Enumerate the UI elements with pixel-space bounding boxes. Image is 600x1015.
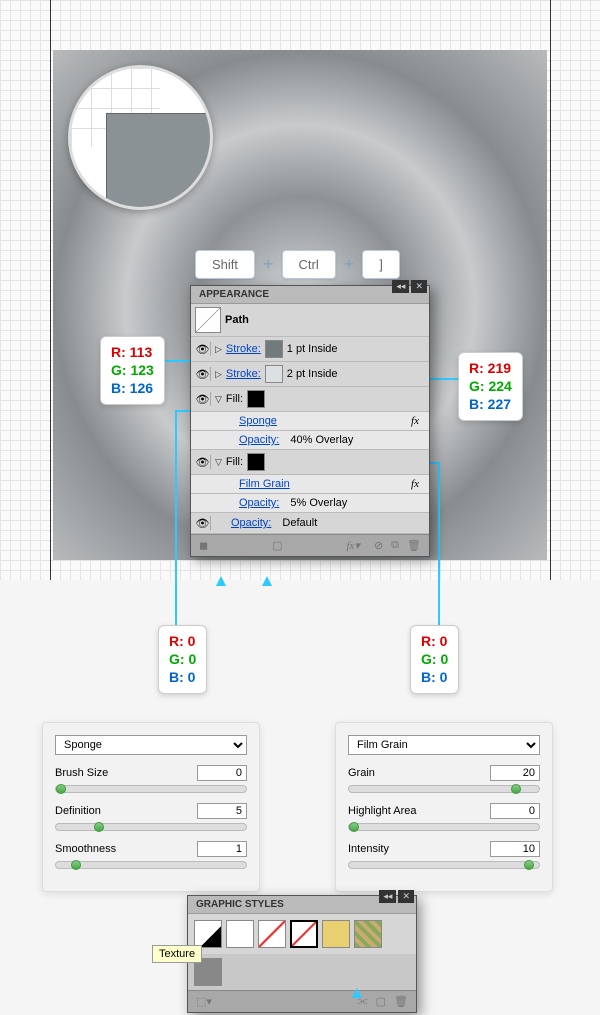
style-swatch[interactable]: [226, 920, 254, 948]
sponge-effect-row[interactable]: Sponge fx: [191, 412, 429, 431]
stroke-row-1[interactable]: 👁 ▷ Stroke: 1 pt Inside: [191, 337, 429, 362]
visibility-icon[interactable]: 👁: [195, 342, 211, 356]
param-label: Highlight Area: [348, 805, 417, 817]
slider-handle[interactable]: [349, 822, 359, 832]
fx-icon: fx: [411, 415, 425, 427]
panel-footer: ⬚▾ ⫘ ▢ 🗑: [188, 990, 416, 1012]
param-input[interactable]: [490, 803, 540, 819]
effect-select[interactable]: Sponge: [55, 735, 247, 755]
param-input[interactable]: [490, 765, 540, 781]
visibility-icon[interactable]: 👁: [195, 367, 211, 381]
visibility-icon[interactable]: 👁: [195, 392, 211, 406]
param-input[interactable]: [490, 841, 540, 857]
collapse-icon[interactable]: ◂◂: [379, 890, 396, 903]
slider[interactable]: [348, 823, 540, 831]
param-label: Intensity: [348, 843, 389, 855]
chevron-down-icon[interactable]: ▽: [215, 457, 222, 468]
style-swatch[interactable]: [258, 920, 286, 948]
guide-left: [50, 0, 51, 580]
default-opacity-row[interactable]: 👁 Opacity: Default: [191, 513, 429, 534]
slider[interactable]: [55, 785, 247, 793]
opacity-row[interactable]: Opacity: 40% Overlay: [191, 431, 429, 450]
visibility-icon[interactable]: 👁: [195, 455, 211, 469]
close-icon[interactable]: ✕: [398, 890, 414, 903]
slider[interactable]: [348, 861, 540, 869]
trash-icon[interactable]: 🗑: [394, 995, 408, 1008]
fill-row-2[interactable]: 👁 ▽ Fill:: [191, 450, 429, 475]
guide-right: [550, 0, 551, 580]
visibility-icon[interactable]: 👁: [195, 516, 211, 530]
tooltip: Texture: [152, 945, 202, 963]
effect-select[interactable]: Film Grain: [348, 735, 540, 755]
rgb-callout-stroke2: R: 219G: 224B: 227: [458, 352, 523, 421]
param-label: Brush Size: [55, 767, 108, 779]
zoom-circle: [68, 65, 213, 210]
style-swatch[interactable]: [354, 920, 382, 948]
keyboard-shortcut: Shift + Ctrl + ]: [195, 250, 400, 279]
rgb-callout-fill2: R: 0G: 0B: 0: [410, 625, 459, 694]
trash-icon[interactable]: 🗑: [407, 539, 421, 552]
fill-row-1[interactable]: 👁 ▽ Fill:: [191, 387, 429, 412]
opacity-row[interactable]: Opacity: 5% Overlay: [191, 494, 429, 513]
style-swatch[interactable]: [194, 920, 222, 948]
param-label: Grain: [348, 767, 375, 779]
slider-handle[interactable]: [94, 822, 104, 832]
new-style-icon[interactable]: ▢: [376, 995, 386, 1008]
stroke-row-2[interactable]: 👁 ▷ Stroke: 2 pt Inside: [191, 362, 429, 387]
fx-button[interactable]: fx▾: [346, 539, 365, 552]
appearance-panel: ◂◂✕ APPEARANCE Path 👁 ▷ Stroke: 1 pt Ins…: [190, 285, 430, 557]
param-input[interactable]: [197, 765, 247, 781]
plus-icon: +: [263, 254, 274, 275]
filmgrain-settings: Film Grain Grain Highlight Area Intensity: [335, 722, 553, 892]
style-swatch[interactable]: [290, 920, 318, 948]
style-swatch[interactable]: [322, 920, 350, 948]
slider-handle[interactable]: [524, 860, 534, 870]
panel-footer: ◼ ▢ fx▾ ⊘ ⧉ 🗑: [191, 534, 429, 556]
collapse-icon[interactable]: ◂◂: [392, 280, 409, 293]
slider[interactable]: [55, 823, 247, 831]
chevron-right-icon[interactable]: ▷: [215, 369, 222, 380]
clear-icon[interactable]: ⊘: [374, 539, 383, 552]
slider-handle[interactable]: [511, 784, 521, 794]
param-input[interactable]: [197, 803, 247, 819]
close-icon[interactable]: ✕: [411, 280, 427, 293]
key-shift: Shift: [195, 250, 255, 279]
param-label: Definition: [55, 805, 101, 817]
new-fill-icon[interactable]: ◼: [199, 539, 208, 552]
path-row[interactable]: Path: [191, 304, 429, 337]
filmgrain-effect-row[interactable]: Film Grain fx: [191, 475, 429, 494]
duplicate-icon[interactable]: ⧉: [391, 539, 399, 552]
break-link-icon[interactable]: ⬚▾: [196, 995, 212, 1008]
slider-handle[interactable]: [56, 784, 66, 794]
key-bracket: ]: [362, 250, 400, 279]
slider[interactable]: [348, 785, 540, 793]
graphic-styles-panel: ◂◂✕ GRAPHIC STYLES ⬚▾ ⫘ ▢ 🗑: [187, 895, 417, 1013]
param-input[interactable]: [197, 841, 247, 857]
sponge-settings: Sponge Brush Size Definition Smoothness: [42, 722, 260, 892]
styles-grid: [188, 914, 416, 954]
rgb-callout-fill1: R: 0G: 0B: 0: [158, 625, 207, 694]
plus-icon: +: [344, 254, 355, 275]
rgb-callout-stroke1: R: 113G: 123B: 126: [100, 336, 165, 405]
slider[interactable]: [55, 861, 247, 869]
param-label: Smoothness: [55, 843, 116, 855]
key-ctrl: Ctrl: [282, 250, 336, 279]
new-stroke-icon[interactable]: ▢: [272, 539, 282, 552]
chevron-right-icon[interactable]: ▷: [215, 344, 222, 355]
slider-handle[interactable]: [71, 860, 81, 870]
chevron-down-icon[interactable]: ▽: [215, 394, 222, 405]
fx-icon: fx: [411, 478, 425, 490]
